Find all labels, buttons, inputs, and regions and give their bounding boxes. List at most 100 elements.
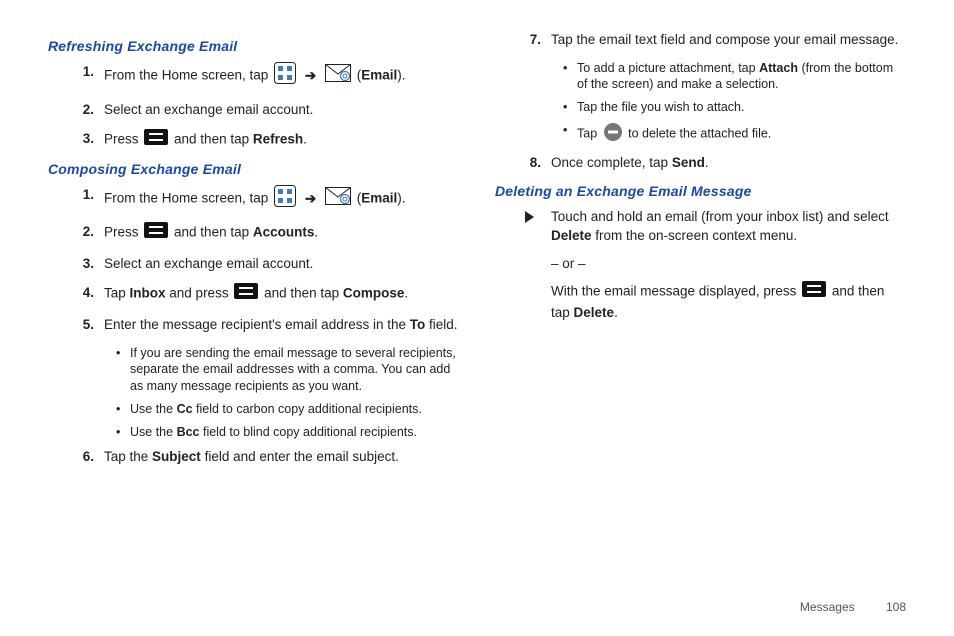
email-label: Email <box>361 67 397 82</box>
text: . <box>303 131 307 146</box>
email-label: Email <box>361 190 397 205</box>
text: and then tap <box>174 131 253 146</box>
delete-circle-icon <box>603 122 623 147</box>
text: Press <box>104 225 142 240</box>
apps-grid-icon <box>274 185 296 213</box>
send-label: Send <box>672 155 705 170</box>
apps-grid-icon <box>274 62 296 90</box>
footer-section: Messages <box>800 600 855 614</box>
text: and press <box>166 286 233 301</box>
step-item: Touch and hold an email (from your inbox… <box>525 207 906 323</box>
text: . <box>705 155 709 170</box>
step-number: 1. <box>78 185 104 205</box>
bullet-icon: • <box>116 401 130 418</box>
step-item: 6. Tap the Subject field and enter the e… <box>78 447 459 467</box>
step-item: 3. Press and then tap Refresh. <box>78 129 459 151</box>
text: Once complete, tap <box>551 155 672 170</box>
sub-item: • Use the Bcc field to blind copy additi… <box>116 424 459 441</box>
step-item: 4. Tap Inbox and press and then tap Comp… <box>78 283 459 305</box>
text: field to blind copy additional recipient… <box>200 425 418 439</box>
text: Tap the <box>104 449 152 464</box>
text: field. <box>425 317 457 332</box>
arrow-right-icon: ➔ <box>302 66 319 86</box>
text: Select an exchange email account. <box>104 254 459 274</box>
step-item: 3. Select an exchange email account. <box>78 254 459 274</box>
step-item: 5. Enter the message recipient's email a… <box>78 315 459 335</box>
to-label: To <box>410 317 426 332</box>
attach-label: Attach <box>759 61 798 75</box>
sub-item: • To add a picture attachment, tap Attac… <box>563 60 906 94</box>
text: Tap the email text field and compose you… <box>551 30 906 50</box>
text: and then tap <box>174 225 253 240</box>
email-envelope-icon <box>325 187 351 211</box>
text: From the Home screen, tap <box>104 190 272 205</box>
step-item: 2. Press and then tap Accounts. <box>78 222 459 244</box>
text: . <box>314 225 318 240</box>
footer-page-number: 108 <box>886 600 906 614</box>
inbox-label: Inbox <box>130 286 166 301</box>
text: With the email message displayed, press <box>551 284 800 299</box>
step-number: 8. <box>525 153 551 173</box>
delete-label: Delete <box>551 228 592 243</box>
step-number: 5. <box>78 315 104 335</box>
compose-label: Compose <box>343 286 405 301</box>
step-number: 3. <box>78 254 104 274</box>
bullet-icon: • <box>116 424 130 441</box>
subject-label: Subject <box>152 449 201 464</box>
triangle-marker-icon <box>525 211 534 223</box>
text: From the Home screen, tap <box>104 67 272 82</box>
text: To add a picture attachment, tap <box>577 61 759 75</box>
text: Enter the message recipient's email addr… <box>104 317 410 332</box>
refresh-label: Refresh <box>253 131 303 146</box>
step-item: 1. From the Home screen, tap ➔ (Email). <box>78 185 459 213</box>
text: Press <box>104 131 142 146</box>
step-number: 6. <box>78 447 104 467</box>
text: Tap <box>577 127 601 141</box>
bcc-label: Bcc <box>177 425 200 439</box>
text: Touch and hold an email (from your inbox… <box>551 209 889 224</box>
text: from the on-screen context menu. <box>592 228 798 243</box>
section-heading-composing: Composing Exchange Email <box>48 161 459 177</box>
delete-label: Delete <box>574 305 615 320</box>
text: . <box>404 286 408 301</box>
sub-item: • Tap to delete the attached file. <box>563 122 906 147</box>
sub-item: • If you are sending the email message t… <box>116 345 459 396</box>
text: ). <box>397 190 405 205</box>
text: Select an exchange email account. <box>104 100 459 120</box>
bullet-icon: • <box>563 99 577 116</box>
step-number: 2. <box>78 100 104 120</box>
step-item: 1. From the Home screen, tap ➔ (Email). <box>78 62 459 90</box>
text: Tap the file you wish to attach. <box>577 99 906 116</box>
section-heading-refreshing: Refreshing Exchange Email <box>48 38 459 54</box>
step-number: 4. <box>78 283 104 303</box>
page-footer: Messages 108 <box>800 600 906 614</box>
menu-button-icon <box>144 222 168 244</box>
text: field and enter the email subject. <box>201 449 399 464</box>
menu-button-icon <box>144 129 168 151</box>
or-separator: – or – <box>551 254 906 274</box>
step-number: 3. <box>78 129 104 149</box>
bullet-icon: • <box>563 122 577 139</box>
menu-button-icon <box>802 281 826 303</box>
text: ). <box>397 67 405 82</box>
bullet-icon: • <box>563 60 577 77</box>
text: Tap <box>104 286 130 301</box>
text: to delete the attached file. <box>628 127 771 141</box>
section-heading-deleting: Deleting an Exchange Email Message <box>495 183 906 199</box>
step-item: 8. Once complete, tap Send. <box>525 153 906 173</box>
text: Use the <box>130 402 177 416</box>
text: If you are sending the email message to … <box>130 345 459 396</box>
step-number: 2. <box>78 222 104 242</box>
email-envelope-icon <box>325 64 351 88</box>
arrow-right-icon: ➔ <box>302 189 319 209</box>
step-item: 2. Select an exchange email account. <box>78 100 459 120</box>
text: . <box>614 305 618 320</box>
step-item: 7. Tap the email text field and compose … <box>525 30 906 50</box>
cc-label: Cc <box>177 402 193 416</box>
bullet-icon: • <box>116 345 130 362</box>
text: Use the <box>130 425 177 439</box>
text: field to carbon copy additional recipien… <box>193 402 422 416</box>
step-number: 1. <box>78 62 104 82</box>
sub-item: • Use the Cc field to carbon copy additi… <box>116 401 459 418</box>
sub-item: • Tap the file you wish to attach. <box>563 99 906 116</box>
